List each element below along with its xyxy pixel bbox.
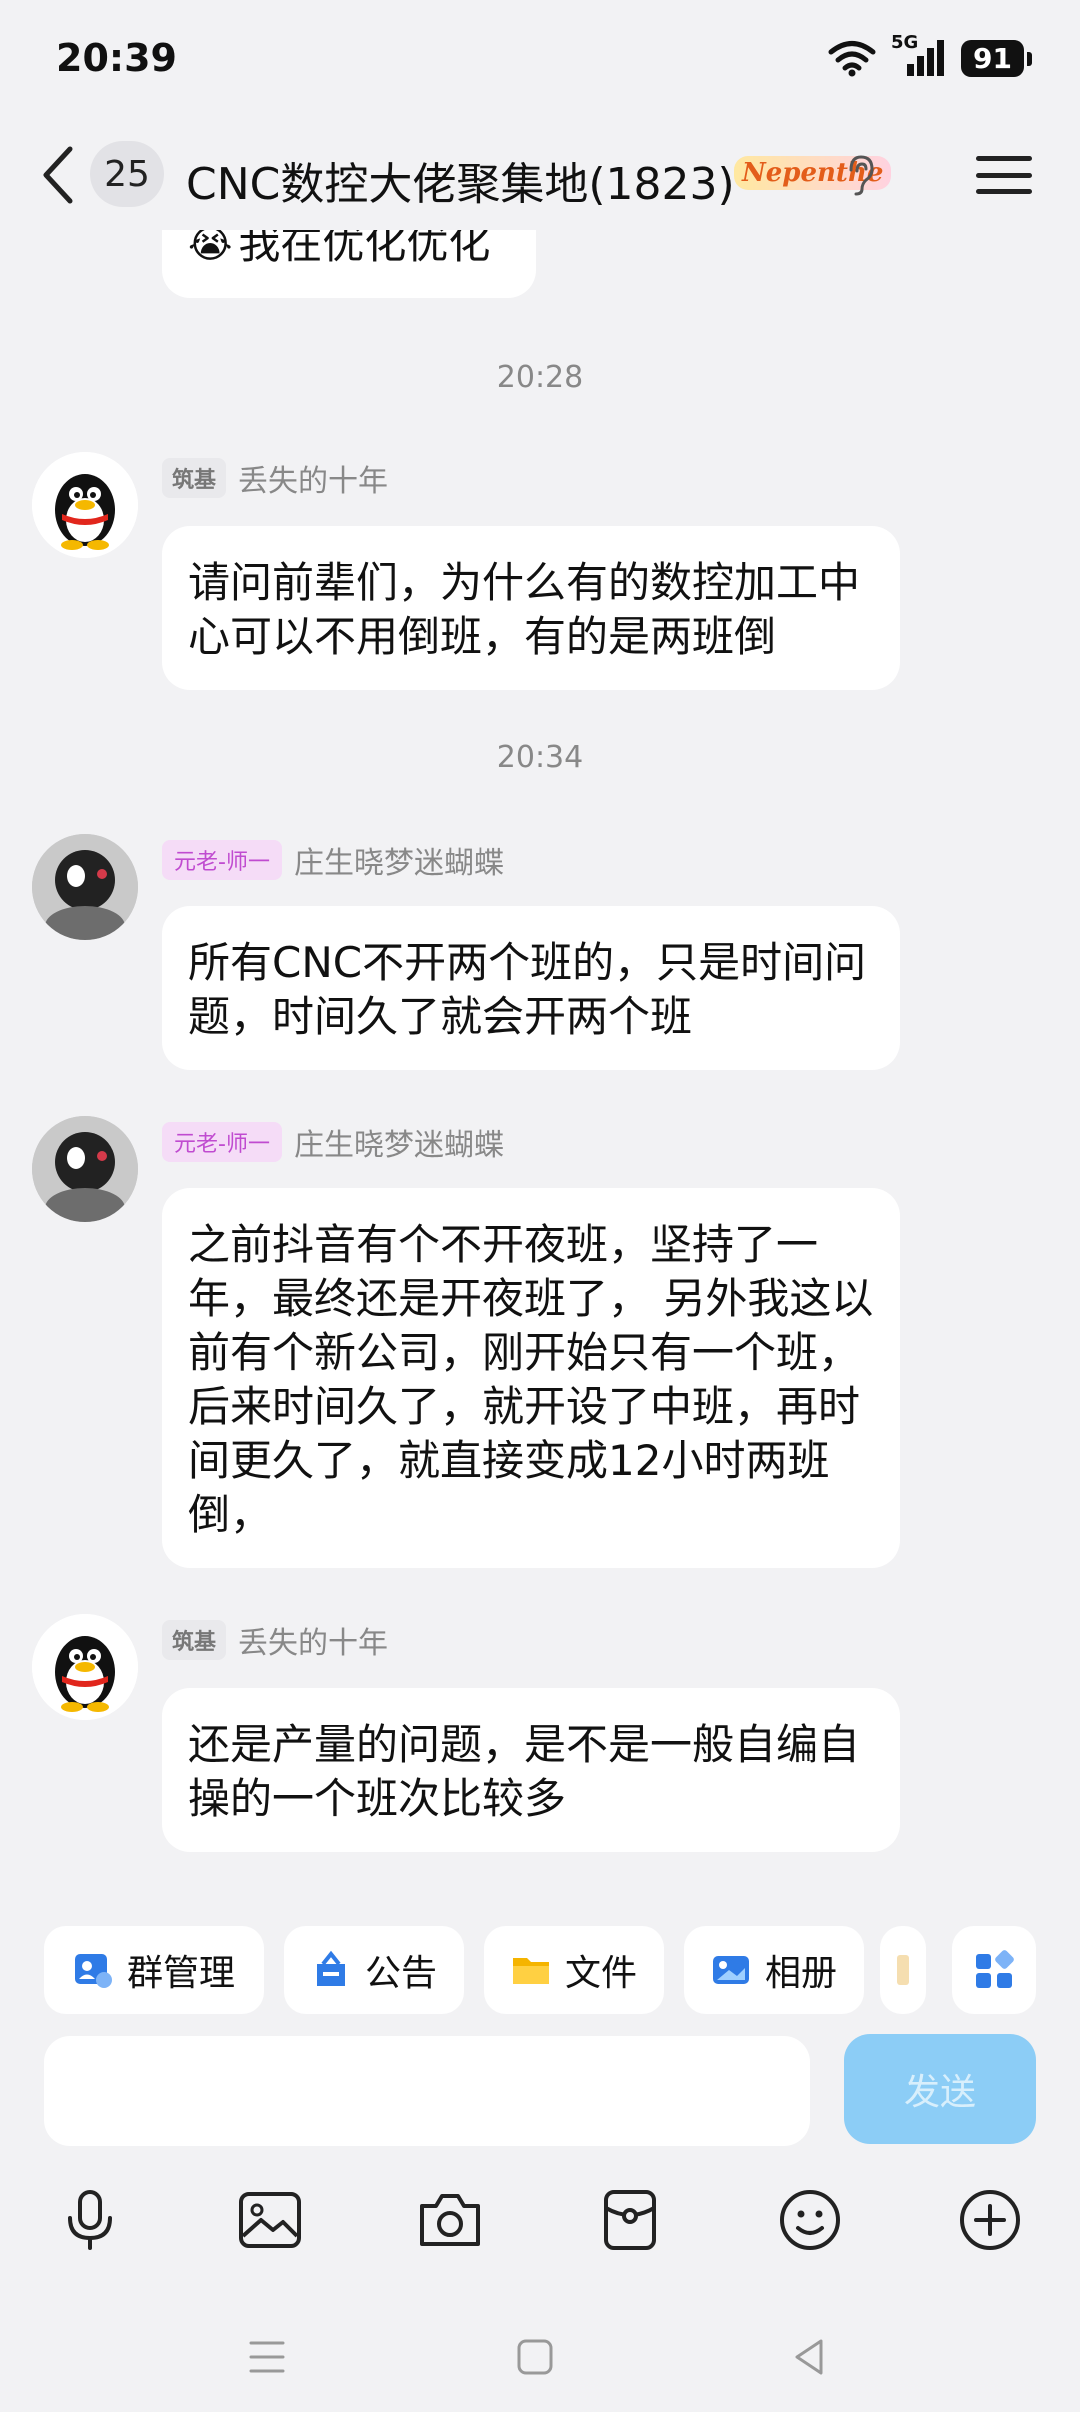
microphone-icon xyxy=(68,2190,112,2250)
partial-tool-button[interactable] xyxy=(880,1926,926,2014)
more-button[interactable] xyxy=(950,2180,1030,2260)
message-text: 所有CNC不开两个班的，只是时间问题，时间久了就会开两个班 xyxy=(188,938,867,1041)
album-icon xyxy=(712,1956,749,1984)
chevron-left-icon xyxy=(43,146,73,204)
message-bubble[interactable]: 还是产量的问题，是不是一般自编自操的一个班次比较多 xyxy=(162,1688,900,1852)
avatar[interactable] xyxy=(32,1116,138,1222)
system-nav-bar xyxy=(0,2300,1080,2412)
ear-icon[interactable] xyxy=(846,154,876,196)
sender-name[interactable]: 丢失的十年 xyxy=(238,1618,388,1662)
nav-menu-button[interactable] xyxy=(232,2322,302,2392)
message-bubble[interactable]: 请问前辈们，为什么有的数控加工中心可以不用倒班，有的是两班倒 xyxy=(162,526,900,690)
message-text: 还是产量的问题，是不是一般自编自操的一个班次比较多 xyxy=(188,1720,861,1823)
nav-back-button[interactable] xyxy=(774,2322,844,2392)
message-bubble[interactable]: 所有CNC不开两个班的，只是时间问题，时间久了就会开两个班 xyxy=(162,906,900,1070)
emoji-button[interactable] xyxy=(770,2180,850,2260)
sender-row: 筑基 丢失的十年 xyxy=(162,456,388,500)
nav-home-button[interactable] xyxy=(500,2322,570,2392)
nav-back-icon xyxy=(795,2339,823,2375)
penguin-avatar-icon xyxy=(32,452,138,558)
message-text: 请问前辈们，为什么有的数控加工中心可以不用倒班，有的是两班倒 xyxy=(188,558,861,661)
sender-row: 筑基 丢失的十年 xyxy=(162,1618,388,1662)
smiley-icon xyxy=(780,2190,840,2250)
voice-button[interactable] xyxy=(50,2180,130,2260)
nav-home-icon xyxy=(517,2339,553,2375)
tool-label: 群管理 xyxy=(126,1953,235,1994)
message-input[interactable] xyxy=(44,2036,810,2146)
menu-line xyxy=(976,189,1032,194)
avatar[interactable] xyxy=(32,452,138,558)
user-photo-avatar xyxy=(32,834,138,940)
camera-button[interactable] xyxy=(410,2180,490,2260)
red-packet-button[interactable] xyxy=(590,2180,670,2260)
image-button[interactable] xyxy=(230,2180,310,2260)
level-badge: 元老-师一 xyxy=(162,1122,282,1162)
sender-row: 元老-师一 庄生晓梦迷蝴蝶 xyxy=(162,838,504,882)
message-bubble[interactable]: 之前抖音有个不开夜班，坚持了一年，最终还是开夜班了， 另外我这以前有个新公司，刚… xyxy=(162,1188,900,1568)
wifi-icon xyxy=(828,41,876,77)
sender-row: 元老-师一 庄生晓梦迷蝴蝶 xyxy=(162,1120,504,1164)
cell-signal: 5G xyxy=(891,32,947,78)
apps-grid-icon xyxy=(976,1950,1014,1988)
user-photo-avatar xyxy=(32,1116,138,1222)
menu-button[interactable] xyxy=(976,150,1032,200)
unread-count-badge[interactable]: 25 xyxy=(90,141,164,207)
image-icon xyxy=(239,2192,301,2248)
group-manage-icon xyxy=(74,1954,112,1988)
menu-line xyxy=(976,156,1032,161)
send-button[interactable]: 发送 xyxy=(844,2034,1036,2144)
menu-line xyxy=(976,172,1032,178)
message-timestamp: 20:34 xyxy=(496,740,584,775)
announcement-icon xyxy=(316,1950,345,1986)
red-packet-icon xyxy=(604,2190,656,2250)
level-badge: 筑基 xyxy=(162,1620,227,1660)
chat-header: 25 CNC数控大佬聚集地(1823) Nepenthe xyxy=(0,120,1080,230)
back-button[interactable] xyxy=(30,142,86,208)
folder-icon xyxy=(512,1958,549,1984)
avatar[interactable] xyxy=(32,834,138,940)
crying-emoji-icon: 😭 xyxy=(188,230,233,266)
announcement-button[interactable]: 公告 xyxy=(284,1926,464,2014)
message-text: 我在优化优化 xyxy=(238,230,491,268)
avatar[interactable] xyxy=(32,1614,138,1720)
camera-icon xyxy=(420,2194,480,2246)
nav-menu-icon xyxy=(249,2341,285,2373)
more-apps-button[interactable] xyxy=(952,1926,1036,2014)
penguin-avatar-icon xyxy=(32,1614,138,1720)
group-manage-button[interactable]: 群管理 xyxy=(44,1926,264,2014)
message-text: 之前抖音有个不开夜班，坚持了一年，最终还是开夜班了， 另外我这以前有个新公司，刚… xyxy=(188,1220,874,1539)
status-bar: 20:39 5G 91 xyxy=(0,0,1080,120)
message-bubble[interactable]: 😭 我在优化优化 xyxy=(162,230,536,298)
plus-circle-icon xyxy=(960,2190,1020,2250)
quick-tools-bar: 群管理 公告 文件 相册 xyxy=(0,1920,1080,2020)
tool-label: 公告 xyxy=(364,1953,437,1994)
group-title[interactable]: CNC数控大佬聚集地(1823) xyxy=(186,148,735,212)
sender-name[interactable]: 丢失的十年 xyxy=(238,456,388,500)
input-actions-bar xyxy=(0,2170,1080,2280)
sender-name[interactable]: 庄生晓梦迷蝴蝶 xyxy=(294,838,504,882)
status-icons: 5G 91 xyxy=(827,32,1032,78)
album-button[interactable]: 相册 xyxy=(684,1926,864,2014)
tool-label: 相册 xyxy=(764,1953,837,1994)
tool-label: 文件 xyxy=(564,1953,637,1994)
sender-name[interactable]: 庄生晓梦迷蝴蝶 xyxy=(294,1120,504,1164)
status-time: 20:39 xyxy=(56,36,177,80)
partial-tool-icon xyxy=(897,1955,909,1985)
level-badge: 筑基 xyxy=(162,458,227,498)
battery-indicator: 91 xyxy=(961,39,1032,77)
level-badge: 元老-师一 xyxy=(162,840,282,880)
chat-message-list[interactable]: 😭 我在优化优化 20:28 筑基 丢失的十年 请问前辈们，为什么有的数控加工中… xyxy=(0,230,1080,1900)
network-type-label: 5G xyxy=(891,32,919,53)
files-button[interactable]: 文件 xyxy=(484,1926,664,2014)
message-timestamp: 20:28 xyxy=(496,360,584,395)
